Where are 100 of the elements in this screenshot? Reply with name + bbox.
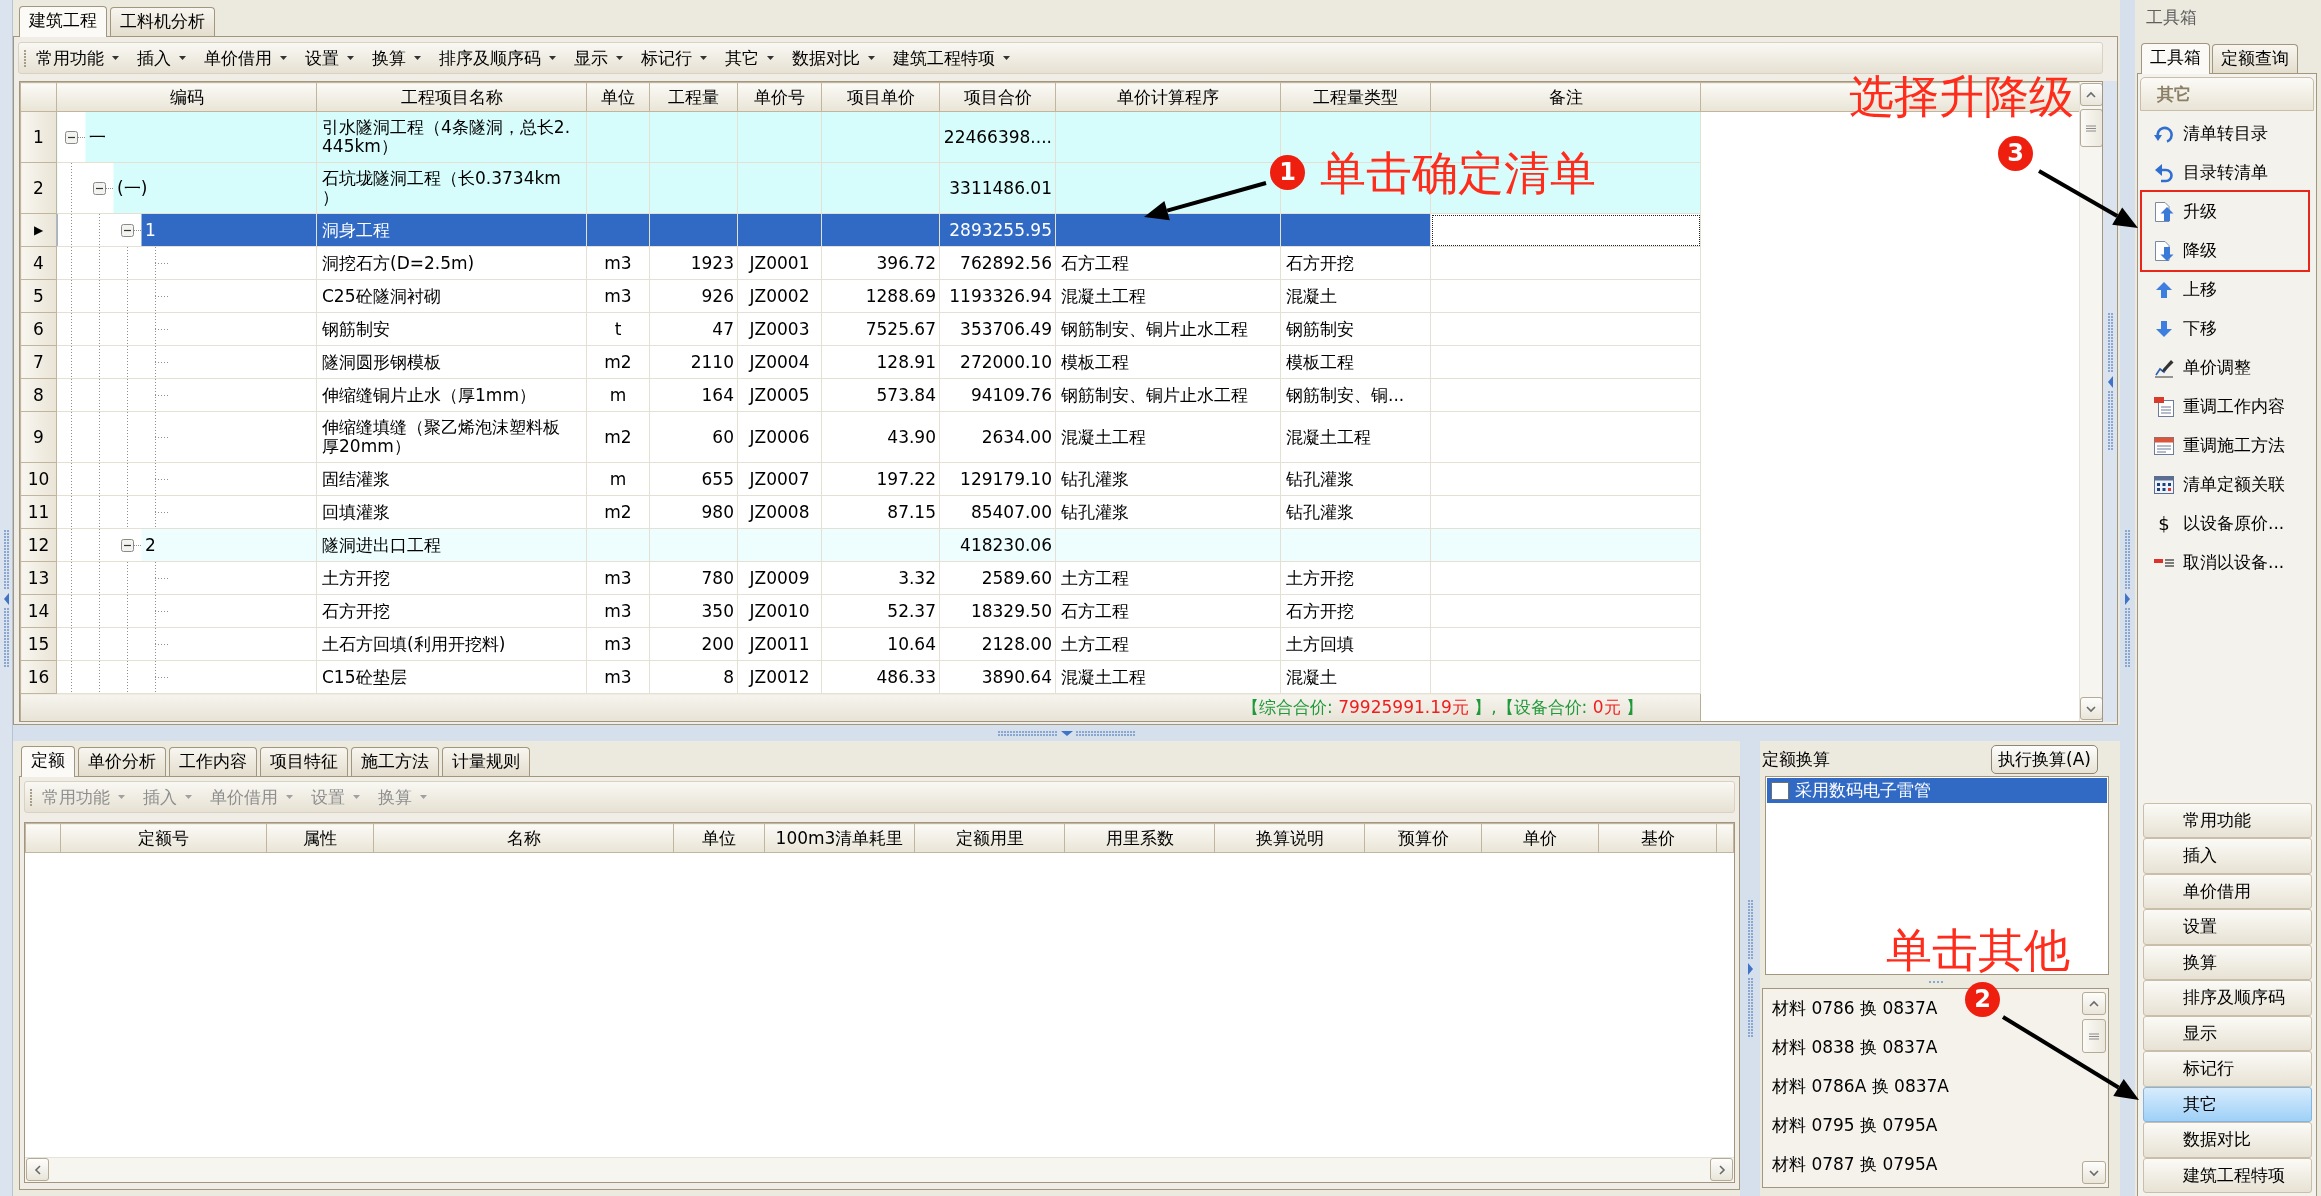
row-number[interactable]: 4	[20, 246, 57, 280]
table-cell: JZ0001	[737, 246, 822, 280]
category-button[interactable]: 排序及顺序码	[2143, 980, 2312, 1016]
toolbar-menu[interactable]: 设置	[295, 44, 362, 72]
toolbox-item[interactable]: 清单定额关联	[2138, 465, 2316, 504]
collapse-icon[interactable]	[121, 223, 134, 237]
toolbox-item[interactable]: 下移	[2138, 309, 2316, 348]
table-cell: m3	[586, 660, 650, 694]
tab[interactable]: 工作内容	[169, 747, 257, 776]
scroll-down-button[interactable]	[2079, 697, 2102, 720]
category-button[interactable]: 显示	[2143, 1015, 2312, 1051]
toolbar-menu[interactable]: 插入	[127, 44, 194, 72]
row-number[interactable]: 5	[20, 279, 57, 313]
scroll-down-button[interactable]	[2082, 1161, 2106, 1184]
tab[interactable]: 项目特征	[260, 747, 348, 776]
tab[interactable]: 施工方法	[351, 747, 439, 776]
column-header: 单价	[1481, 823, 1599, 853]
row-number[interactable]: 10	[20, 462, 57, 496]
category-button[interactable]: 数据对比	[2143, 1122, 2312, 1158]
list-item[interactable]: 材料 0786A 换 0837A	[1772, 1067, 1949, 1106]
scroll-up-button[interactable]	[2079, 83, 2102, 106]
annotation-caption: 选择升降级	[1849, 72, 2074, 122]
toolbox-item[interactable]: 重调施工方法	[2138, 426, 2316, 465]
splitter-grip-icon[interactable]	[3, 529, 9, 667]
row-number[interactable]: 7	[20, 345, 57, 379]
tab[interactable]: 定额	[21, 746, 75, 777]
caret-icon	[868, 56, 875, 60]
toolbox-item[interactable]: 目录转清单	[2138, 153, 2316, 192]
toolbar-menu[interactable]: 数据对比	[782, 44, 883, 72]
list-item[interactable]: 材料 0795 换 0795A	[1772, 1106, 1938, 1145]
category-button[interactable]: 单价借用	[2143, 873, 2312, 909]
row-number[interactable]: 9	[20, 411, 57, 463]
category-button[interactable]: 插入	[2143, 838, 2312, 874]
tab[interactable]: 定额查询	[2212, 44, 2298, 73]
row-number[interactable]: 14	[20, 594, 57, 628]
table-cell: 钻孔灌浆	[1055, 495, 1281, 529]
scroll-right-button[interactable]	[1710, 1158, 1733, 1181]
toolbar-menu[interactable]: 换算	[362, 44, 429, 72]
toolbox-item[interactable]: 降级	[2142, 231, 2308, 270]
toolbar-menu[interactable]: 常用功能	[26, 44, 127, 72]
splitter-grip-icon[interactable]	[2125, 529, 2130, 667]
toolbox-item[interactable]: 重调工作内容	[2138, 387, 2316, 426]
toolbox-item[interactable]: 上移	[2138, 270, 2316, 309]
toolbar-menu[interactable]: 排序及顺序码	[429, 44, 564, 72]
row-number[interactable]: 1	[20, 111, 57, 163]
toolbar-menu[interactable]: 显示	[564, 44, 631, 72]
collapse-icon[interactable]	[121, 538, 134, 552]
tab[interactable]: 工具箱	[2141, 43, 2210, 74]
splitter-grip-icon[interactable]	[998, 730, 1135, 736]
list-item[interactable]: 采用数码电子雷管	[1767, 778, 2107, 803]
scroll-left-button[interactable]	[26, 1158, 49, 1181]
category-button[interactable]: 建筑工程特项	[2143, 1157, 2312, 1193]
collapse-icon[interactable]	[93, 181, 106, 195]
toolbox-item[interactable]: 单价调整	[2138, 348, 2316, 387]
checkbox[interactable]	[1771, 781, 1789, 800]
toolbox-item[interactable]: 升级	[2142, 192, 2308, 231]
splitter-grip-icon[interactable]	[1928, 980, 1943, 983]
list-item[interactable]: 材料 0787 换 0795A	[1772, 1145, 1938, 1184]
tab[interactable]: 工料机分析	[110, 7, 215, 36]
splitter[interactable]	[2120, 0, 2135, 1196]
row-number[interactable]: 13	[20, 561, 57, 595]
caret-icon	[118, 795, 125, 799]
list-item[interactable]: 材料 0786 换 0837A	[1772, 989, 1938, 1028]
table-cell: 418230.06	[939, 528, 1056, 562]
category-button[interactable]: 常用功能	[2143, 802, 2312, 838]
tab[interactable]: 计量规则	[442, 747, 530, 776]
scroll-up-button[interactable]	[2082, 992, 2106, 1015]
row-number[interactable]: 12	[20, 528, 57, 562]
toolbox-item[interactable]: 清单转目录	[2138, 114, 2316, 153]
row-number[interactable]: 11	[20, 495, 57, 529]
toolbar-menu[interactable]: 标记行	[631, 44, 715, 72]
toolbox-item[interactable]: $ 以设备原价...	[2138, 504, 2316, 543]
scrollbar-thumb[interactable]	[2079, 109, 2102, 147]
tab[interactable]: 单价分析	[78, 747, 166, 776]
tab[interactable]: 建筑工程	[19, 6, 107, 37]
row-number[interactable]: 2	[20, 162, 57, 214]
caret-icon	[185, 795, 192, 799]
summary-label: 【综合合价:	[1242, 697, 1334, 718]
row-number[interactable]: 8	[20, 378, 57, 412]
row-number[interactable]: 16	[20, 660, 57, 694]
category-button[interactable]: 换算	[2143, 944, 2312, 980]
toolbar-menu[interactable]: 建筑工程特项	[883, 44, 1018, 72]
table-cell: 钢筋制安	[1280, 312, 1431, 346]
toolbox-item[interactable]: 取消以设备...	[2138, 543, 2316, 582]
current-row-marker[interactable]: ▶	[20, 213, 57, 247]
convert-button[interactable]: 执行换算(A)	[1991, 744, 2098, 774]
collapse-icon[interactable]	[65, 130, 78, 144]
toolbar-menu[interactable]: 单价借用	[194, 44, 295, 72]
category-button[interactable]: 标记行	[2143, 1051, 2312, 1087]
row-number[interactable]: 15	[20, 627, 57, 661]
splitter-grip-icon[interactable]	[1747, 900, 1753, 1037]
toolbar-menu[interactable]: 其它	[715, 44, 782, 72]
splitter-grip-icon[interactable]	[2107, 313, 2113, 450]
summary-value: 79925991.19元	[1338, 697, 1469, 718]
row-number[interactable]: 6	[20, 312, 57, 346]
category-button[interactable]: 其它	[2143, 1086, 2312, 1122]
category-button[interactable]: 设置	[2143, 909, 2312, 945]
scrollbar-thumb[interactable]	[2082, 1019, 2106, 1053]
list-item[interactable]: 材料 0838 换 0837A	[1772, 1028, 1938, 1067]
table-cell: 85407.00	[939, 495, 1056, 529]
